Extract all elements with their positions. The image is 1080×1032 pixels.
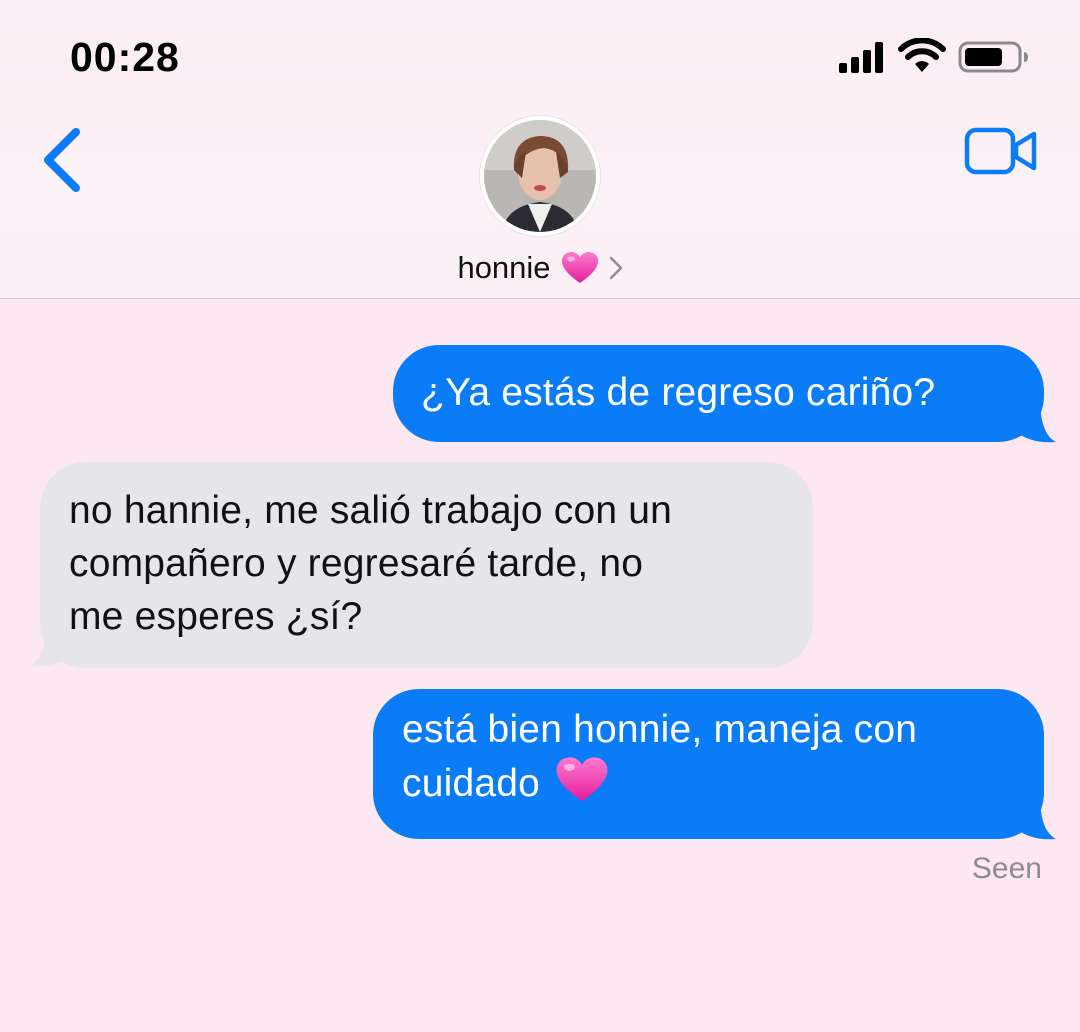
message-line: me esperes ¿sí? [69,595,363,638]
chevron-left-icon[interactable] [38,126,88,194]
conversation-header: 00:28 honnie [0,0,1080,299]
status-time: 00:28 [70,34,180,80]
message-line: compañero y regresaré tarde, no [69,542,644,585]
wifi-icon [898,38,946,72]
pink-heart-icon [561,252,598,283]
message-line: cuidado [402,756,1044,810]
cellular-signal-icon [839,42,883,73]
contact-name: honnie [457,250,551,285]
message-bubble-received[interactable]: no hannie, me salió trabajo con un compa… [40,462,813,668]
contact-avatar[interactable] [480,116,600,236]
message-text: ¿Ya estás de regreso cariño? [421,371,936,414]
message-line: está bien honnie, maneja con [402,708,918,751]
message-text: cuidado [402,762,541,805]
video-camera-icon[interactable] [964,126,1038,176]
read-receipt: Seen [971,852,1042,885]
avatar-photo [484,120,596,232]
message-line: no hannie, me salió trabajo con un [69,489,673,532]
message-bubble-sent[interactable]: está bien honnie, maneja con cuidado [373,689,1044,839]
pink-heart-icon [556,757,608,802]
battery-icon [958,41,1028,73]
chevron-right-icon [609,256,622,280]
contact-name-button[interactable]: honnie [0,246,1080,290]
message-bubble-sent[interactable]: ¿Ya estás de regreso cariño? [393,345,1044,442]
